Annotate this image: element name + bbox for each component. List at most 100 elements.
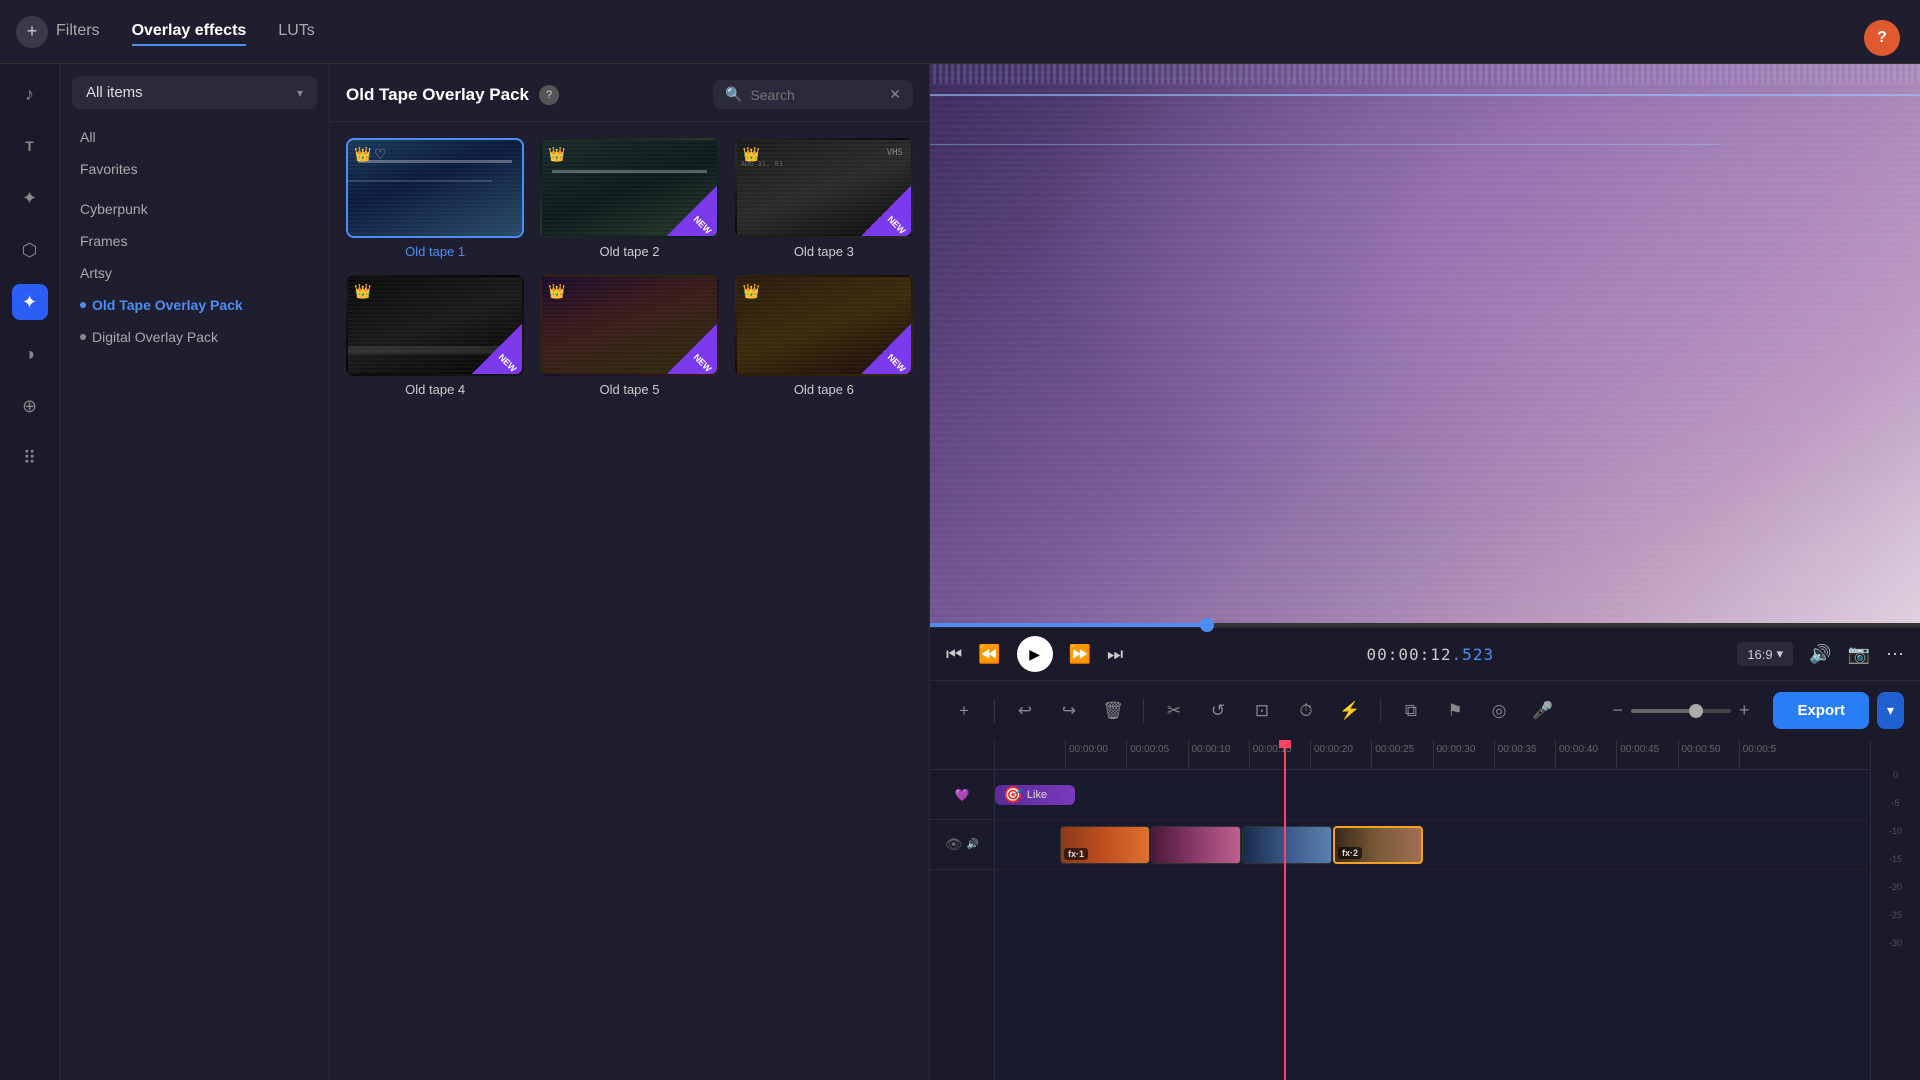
mic-button[interactable]: 🎤 [1525,693,1561,729]
effect-thumb-tape1[interactable]: 👑 ♡ [346,138,524,238]
nav-tabs: Filters Overlay effects LUTs [56,18,315,46]
nav-frames[interactable]: Frames [60,225,329,257]
search-icon: 🔍 [725,86,742,103]
main-area: ♪ T ✦ ⬡ ✦ ◑ ⊕ ⠿ All items ▾ All Favorite… [0,64,1920,1080]
overlay-clip[interactable]: 🎯 Like [995,785,1075,805]
aspect-ratio-button[interactable]: 16:9 ▾ [1737,642,1793,666]
effect-thumb-tape6[interactable]: 👑 NEW [735,275,913,375]
video-frame [930,64,1920,623]
video-progress-bar[interactable] [930,623,1920,627]
playhead[interactable] [1284,740,1286,1080]
video-progress-fill [930,623,1207,627]
db-10: -10 [1889,826,1902,836]
undo-button[interactable]: ↩ [1007,693,1043,729]
redo-button[interactable]: ↪ [1051,693,1087,729]
timeline-scrollable: 00:00:00 00:00:05 00:00:10 00:00:15 00:0… [995,740,1870,1080]
effects-grid: 👑 ♡ Old tape 1 👑 NEW Old tape [330,122,929,413]
tab-overlay-effects[interactable]: Overlay effects [132,18,247,46]
effect-card-tape5[interactable]: 👑 NEW Old tape 5 [540,275,718,396]
video-progress-thumb[interactable] [1200,618,1214,632]
effect-thumb-tape5[interactable]: 👑 NEW [540,275,718,375]
effect-label-tape5: Old tape 5 [540,382,718,397]
search-input[interactable] [750,87,881,103]
clear-search-icon[interactable]: ✕ [889,86,901,103]
effect-card-tape1[interactable]: 👑 ♡ Old tape 1 [346,138,524,259]
track-icon-sticker: 💜 [955,788,970,802]
zoom-slider-fill [1631,709,1691,713]
all-items-dropdown[interactable]: All items ▾ [72,76,317,109]
add-button[interactable]: + [16,16,48,48]
zoom-slider[interactable] [1631,709,1731,713]
nav-digital[interactable]: Digital Overlay Pack [60,321,329,353]
right-panel: ⏮ ⏪ ▶ ⏩ ⏭ 00:00:12.523 16:9 ▾ 🔊 📷 ⋯ [930,64,1920,1080]
video-clip-3[interactable] [1242,826,1332,864]
nav-old-tape[interactable]: Old Tape Overlay Pack [60,289,329,321]
ruler-mark-0: 00:00:00 [1065,740,1126,769]
db-0: 0 [1893,770,1898,780]
effect-thumb-tape3[interactable]: 👑 VHS AUG 31, 03 NEW [735,138,913,238]
screenshot-button[interactable]: 📷 [1848,644,1870,665]
stabilize-button[interactable]: ◎ [1481,693,1517,729]
sidebar-icon-effects[interactable]: ⬡ [12,232,48,268]
skip-to-start-button[interactable]: ⏮ [946,644,962,665]
video-controls: ⏮ ⏪ ▶ ⏩ ⏭ 00:00:12.523 16:9 ▾ 🔊 📷 ⋯ [930,627,1920,680]
volume-button[interactable]: 🔊 [1809,644,1831,665]
pip-button[interactable]: ⧉ [1393,693,1429,729]
effect-card-tape3[interactable]: 👑 VHS AUG 31, 03 NEW Old tape 3 [735,138,913,259]
skip-to-end-button[interactable]: ⏭ [1107,644,1123,665]
video-clip-2[interactable] [1151,826,1241,864]
sidebar-icon-clock[interactable]: ◑ [12,336,48,372]
rotate-button[interactable]: ↺ [1200,693,1236,729]
clip-icon-heart: 🎯 [1003,785,1023,805]
sidebar-icon-music[interactable]: ♪ [12,76,48,112]
step-forward-button[interactable]: ⏩ [1069,644,1091,665]
effect-card-tape6[interactable]: 👑 NEW Old tape 6 [735,275,913,396]
more-options-button[interactable]: ⋯ [1886,644,1904,665]
db-5: -5 [1891,798,1899,808]
step-back-button[interactable]: ⏪ [978,644,1000,665]
cut-button[interactable]: ✂ [1156,693,1192,729]
crop-button[interactable]: ⊡ [1244,693,1280,729]
nav-artsy[interactable]: Artsy [60,257,329,289]
dropdown-label: All items [86,84,143,101]
add-track-button[interactable]: + [946,693,982,729]
video-clip-1[interactable]: fx·1 [1060,826,1150,864]
equalizer-button[interactable]: ⚡ [1332,693,1368,729]
flag-button[interactable]: ⚑ [1437,693,1473,729]
nav-cyberpunk[interactable]: Cyberpunk [60,193,329,225]
ruler-mark-8: 00:00:40 [1555,740,1616,769]
nav-favorites[interactable]: Favorites [60,153,329,185]
effect-label-tape3: Old tape 3 [735,244,913,259]
new-badge: NEW [472,324,522,374]
sidebar-icon-overlay[interactable]: ✦ [12,284,48,320]
ruler-mark-2: 00:00:10 [1188,740,1249,769]
effect-thumb-tape4[interactable]: 👑 NEW [346,275,524,375]
effect-card-tape2[interactable]: 👑 NEW Old tape 2 [540,138,718,259]
effect-thumb-tape2[interactable]: 👑 NEW [540,138,718,238]
zoom-slider-thumb[interactable] [1689,704,1703,718]
track-label-video: 👁 🔊 [930,820,994,870]
aspect-dropdown-icon: ▾ [1777,646,1784,662]
delete-button[interactable]: 🗑 [1095,693,1131,729]
zoom-in-button[interactable]: + [1739,700,1750,721]
effect-card-tape4[interactable]: 👑 NEW Old tape 4 [346,275,524,396]
export-dropdown-button[interactable]: ▾ [1877,692,1904,729]
video-clip-4[interactable]: fx·2 [1333,826,1423,864]
ruler-mark-11: 00:00:5 [1739,740,1800,769]
sidebar-icon-text[interactable]: T [12,128,48,164]
timer-button[interactable]: ⏱ [1288,693,1324,729]
zoom-out-button[interactable]: − [1612,700,1623,721]
tab-filters[interactable]: Filters [56,18,100,46]
nav-all[interactable]: All [60,121,329,153]
export-button[interactable]: Export [1773,692,1869,729]
sidebar-icon-sticker[interactable]: ✦ [12,180,48,216]
sidebar-icon-grid[interactable]: ⠿ [12,440,48,476]
ruler-spacer [930,740,994,770]
sidebar-icon-puzzle[interactable]: ⊕ [12,388,48,424]
pack-header: Old Tape Overlay Pack ? 🔍 ✕ [330,64,929,122]
pack-help-icon[interactable]: ? [539,85,559,105]
chevron-down-icon: ▾ [297,86,303,100]
help-button[interactable]: ? [1864,20,1900,56]
tab-luts[interactable]: LUTs [278,18,314,46]
play-button[interactable]: ▶ [1017,636,1053,672]
